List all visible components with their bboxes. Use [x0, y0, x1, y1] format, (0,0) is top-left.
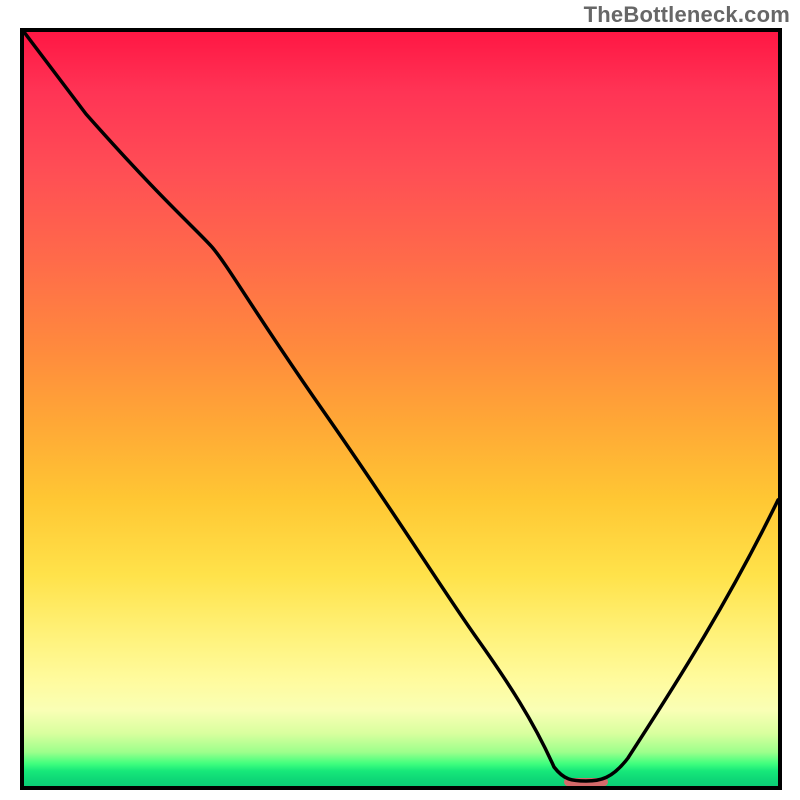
chart-container: TheBottleneck.com	[0, 0, 800, 800]
watermark-text: TheBottleneck.com	[584, 2, 790, 28]
curve-path	[24, 32, 778, 781]
plot-area	[20, 28, 782, 790]
curve-layer	[24, 32, 778, 786]
